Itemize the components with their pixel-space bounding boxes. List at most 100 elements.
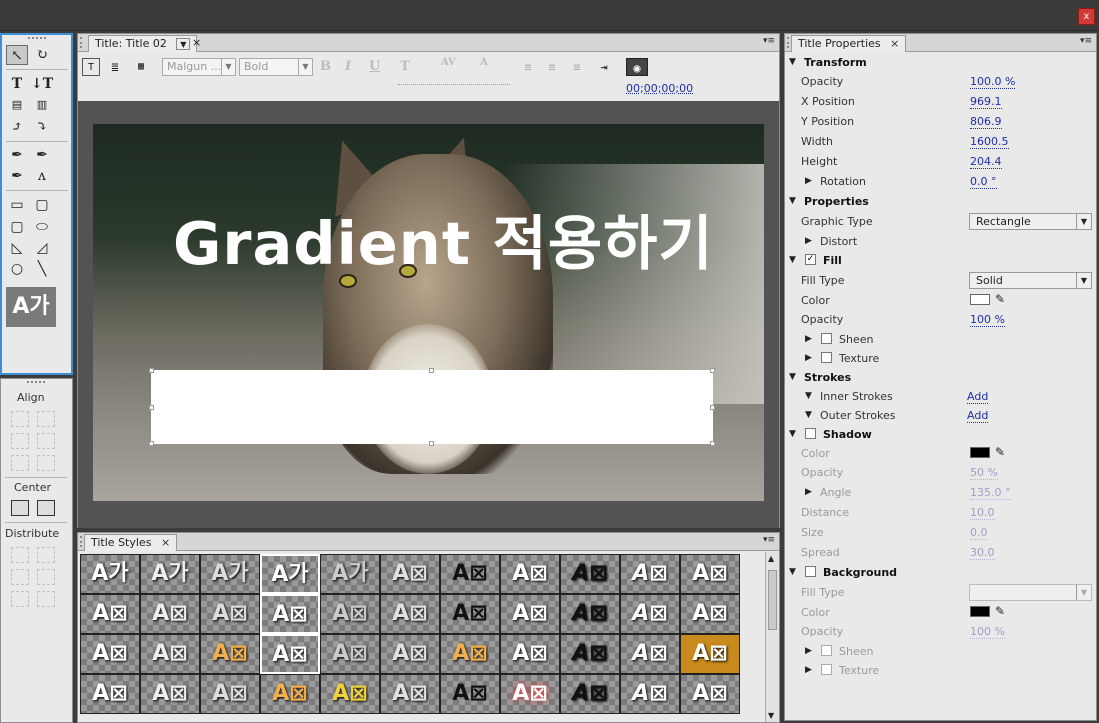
style-swatch[interactable]: A⊠ [80, 594, 140, 634]
resize-handle[interactable] [710, 405, 715, 410]
style-swatch[interactable]: A⊠ [380, 594, 440, 634]
bg-sheen-row[interactable]: ▶ Sheen [785, 642, 1096, 662]
rectangle-object[interactable] [151, 370, 713, 444]
arc-tool-icon[interactable]: ◿ [31, 238, 53, 258]
shadow-opacity-value[interactable]: 50 % [970, 466, 998, 480]
style-swatch[interactable]: A⊠ [440, 674, 500, 714]
style-swatch[interactable]: A⊠ [200, 634, 260, 674]
window-close-button[interactable]: x [1078, 8, 1095, 25]
style-swatch[interactable]: A⊠ [440, 594, 500, 634]
style-swatch[interactable]: A⊠ [440, 634, 500, 674]
style-swatch[interactable]: A⊠ [440, 554, 500, 594]
eyedropper-icon[interactable]: ✎ [995, 445, 1005, 459]
bold-icon[interactable]: B [320, 59, 331, 74]
type-tool-icon[interactable]: T [6, 74, 28, 94]
shadow-color-swatch[interactable] [970, 447, 990, 458]
align-top-icon[interactable] [37, 433, 55, 449]
align-bottom-icon[interactable] [37, 455, 55, 471]
style-swatch[interactable]: A⊠ [500, 594, 560, 634]
style-swatch[interactable]: A⊠ [500, 634, 560, 674]
style-swatch[interactable]: A⊠ [560, 634, 620, 674]
panel-menu-icon[interactable]: ▾≡ [1080, 36, 1092, 46]
shadow-section[interactable]: ▼ Shadow [785, 425, 1096, 445]
resize-handle[interactable] [429, 368, 434, 373]
style-swatch[interactable]: A⊠ [500, 674, 560, 714]
style-swatch[interactable]: A⊠ [260, 634, 320, 674]
roll-crawl-icon[interactable]: ≣ [106, 58, 124, 76]
style-swatch[interactable]: A⊠ [560, 594, 620, 634]
add-inner-stroke-link[interactable]: Add [967, 390, 989, 404]
font-size-icon[interactable]: T [400, 59, 410, 74]
bg-sheen-checkbox[interactable] [821, 645, 832, 656]
tab-title-styles[interactable]: Title Styles × [84, 534, 178, 551]
shadow-distance-value[interactable]: 10.0 [970, 506, 995, 520]
eyedropper-icon[interactable]: ✎ [995, 604, 1005, 618]
style-swatch[interactable]: A⊠ [380, 674, 440, 714]
fill-texture-row[interactable]: ▶ Texture [785, 349, 1096, 369]
distribute-center-v-icon[interactable] [11, 591, 29, 607]
panel-menu-icon[interactable]: ▾≡ [763, 535, 775, 545]
transform-opacity-value[interactable]: 100.0 % [970, 75, 1016, 89]
vertical-path-type-tool-icon[interactable]: ⤵ [31, 117, 53, 137]
rounded-rect-tool-icon[interactable]: ▢ [31, 195, 53, 215]
expand-down-icon[interactable]: ▼ [789, 255, 796, 265]
leading-icon[interactable]: A [480, 57, 488, 68]
resize-handle[interactable] [149, 368, 154, 373]
style-swatch[interactable]: A⊠ [680, 594, 740, 634]
shadow-size-value[interactable]: 0.0 [970, 526, 988, 540]
x-position-value[interactable]: 969.1 [970, 95, 1002, 109]
height-value[interactable]: 204.4 [970, 155, 1002, 169]
style-swatch[interactable]: A⊠ [500, 554, 560, 594]
style-swatch[interactable]: A⊠ [80, 634, 140, 674]
fill-color-swatch[interactable] [970, 294, 990, 305]
graphic-type-select[interactable]: Rectangle ▼ [969, 213, 1092, 230]
style-swatch[interactable]: A가 [200, 554, 260, 594]
value-sliders[interactable] [398, 84, 510, 85]
style-swatch[interactable]: A⊠ [320, 674, 380, 714]
vertical-area-type-tool-icon[interactable]: ▥ [31, 95, 53, 115]
style-swatch[interactable]: A⊠ [260, 674, 320, 714]
align-left-icon[interactable] [11, 411, 29, 427]
bg-color-swatch[interactable] [970, 606, 990, 617]
rounded-corner-rect-tool-icon[interactable]: ⬭ [31, 217, 53, 237]
resize-handle[interactable] [710, 368, 715, 373]
style-swatch[interactable]: A가 [80, 554, 140, 594]
transform-section[interactable]: ▼ Transform [785, 53, 1096, 73]
fill-type-select[interactable]: Solid ▼ [969, 272, 1092, 289]
center-horizontal-icon[interactable] [11, 500, 29, 516]
style-swatch[interactable]: A⊠ [620, 554, 680, 594]
add-anchor-tool-icon[interactable]: ✒ [6, 166, 28, 186]
expand-right-icon[interactable]: ▶ [805, 646, 812, 656]
resize-handle[interactable] [710, 441, 715, 446]
tab-close-icon[interactable]: × [890, 37, 899, 50]
delete-anchor-tool-icon[interactable]: ✒ [31, 145, 53, 165]
timecode[interactable]: 00;00;00;00 [626, 82, 693, 95]
tab-stops-icon[interactable]: ⇥ [594, 58, 614, 76]
show-background-video-icon[interactable]: ◉ [626, 58, 648, 76]
scroll-down-icon[interactable]: ▼ [768, 711, 774, 720]
shadow-checkbox[interactable] [805, 428, 816, 439]
center-vertical-icon[interactable] [37, 500, 55, 516]
tab-title-properties[interactable]: Title Properties × [791, 35, 907, 52]
style-swatch[interactable]: A⊠ [560, 554, 620, 594]
style-swatch[interactable]: A⊠ [680, 554, 740, 594]
style-swatch[interactable]: A⊠ [620, 674, 680, 714]
expand-down-icon[interactable]: ▼ [789, 372, 796, 382]
style-swatch[interactable]: A가 [140, 554, 200, 594]
rotation-row[interactable]: ▶ Rotation 0.0 ° [785, 172, 1096, 192]
tab-title-02[interactable]: Title: Title 02 ▼ [88, 35, 198, 52]
new-title-icon[interactable]: T [82, 58, 100, 76]
bg-fill-type-select[interactable]: ▼ [969, 584, 1092, 601]
ellipse-tool-icon[interactable]: ○ [6, 259, 28, 279]
fill-opacity-value[interactable]: 100 % [970, 313, 1005, 327]
kerning-icon[interactable]: AV [441, 57, 456, 68]
tab-close-icon[interactable]: × [161, 536, 170, 549]
style-swatch[interactable]: A⊠ [140, 594, 200, 634]
title-canvas[interactable]: Gradient 적용하기 [78, 101, 779, 528]
rotation-value[interactable]: 0.0 ° [970, 175, 997, 189]
expand-right-icon[interactable]: ▶ [805, 334, 812, 344]
eyedropper-icon[interactable]: ✎ [995, 292, 1005, 306]
resize-handle[interactable] [149, 441, 154, 446]
rectangle-tool-icon[interactable]: ▭ [6, 195, 28, 215]
y-position-value[interactable]: 806.9 [970, 115, 1002, 129]
